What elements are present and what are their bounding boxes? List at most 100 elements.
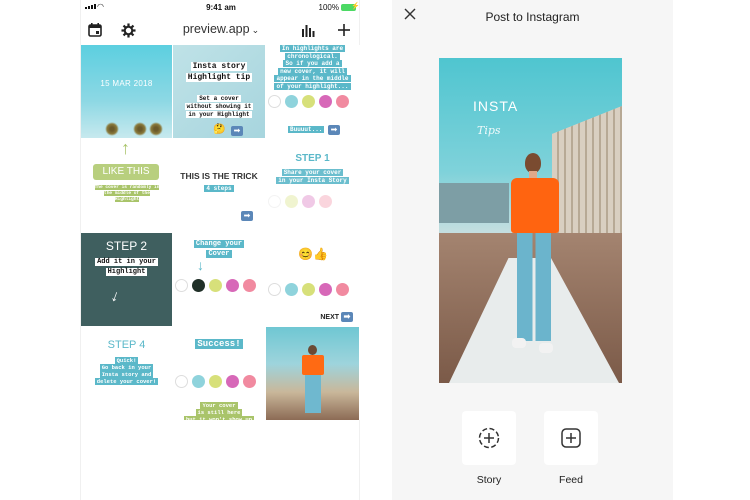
feed-add-icon (561, 428, 581, 448)
grid-post[interactable]: Success! Your cover is still here but it… (173, 327, 265, 420)
body-line: chronological. (285, 52, 340, 60)
body-line: So if you add a (283, 60, 342, 67)
screen-title: Post to Instagram (485, 10, 580, 24)
body-line: without showing it (184, 103, 254, 110)
body-line: Cover (206, 250, 232, 258)
arrow-down-icon: ↓ (197, 257, 204, 273)
person-image (302, 345, 324, 415)
post-title: Insta story Highlight tip (173, 61, 265, 83)
screenshot-stage: ◠ 9:41 am 100% ⚡ preview.app ⌄ 15 MAR 20… (0, 0, 750, 500)
battery-percent: 100% (318, 3, 339, 12)
body-line: Set a cover (197, 95, 241, 102)
smile-thumbs-emoji-icon: 😊👍 (298, 247, 328, 261)
highlight-tips-icon (285, 95, 298, 108)
grid-post[interactable]: Insta story Highlight tip Set a cover wi… (173, 45, 265, 138)
charging-icon: ⚡ (351, 3, 360, 10)
post-subtitle: 4 steps (204, 185, 234, 192)
arrow-right-icon: ➡ (341, 312, 353, 322)
body-line: Quick! (114, 357, 139, 364)
body-line: In highlights are (279, 45, 346, 52)
post-title: STEP 4 (107, 339, 146, 351)
palm-tree-image (105, 122, 119, 136)
highlight-circles (175, 279, 256, 292)
highlight-circles (268, 195, 332, 208)
arrow-right-icon: ➡ (241, 211, 253, 221)
grid-post-photo[interactable] (266, 327, 359, 420)
post-body: Share your cover in your Insta Story (266, 169, 359, 185)
body-line: Insta story and (99, 371, 154, 378)
status-bar: ◠ 9:41 am 100% ⚡ (81, 0, 361, 16)
next-label: NEXT ➡ (320, 312, 353, 322)
account-switcher[interactable]: preview.app ⌄ (81, 22, 361, 36)
post-body: Quick! Go back in your Insta story and d… (81, 357, 172, 385)
grid-post[interactable]: THIS IS THE TRICK 4 steps ➡ (173, 139, 265, 232)
grid-post[interactable]: ↑ LIKE THIS The cover is randomly in the… (81, 139, 172, 232)
body-line: delete your cover! (94, 378, 159, 385)
post-preview-image: INSTA Tips (439, 58, 622, 383)
body-line: appear in the middle (274, 75, 351, 82)
story-label: Story (476, 474, 502, 486)
post-body: In highlights are chronological. So if y… (266, 45, 359, 90)
body-line: of your highlight... (274, 82, 351, 90)
person-image (509, 153, 559, 363)
chevron-down-icon: ⌄ (251, 25, 260, 35)
post-body: Change your Cover (173, 239, 265, 259)
feed-button[interactable] (544, 411, 598, 465)
highlight-circles (175, 375, 256, 388)
thinking-emoji-icon: 🤔 (213, 124, 226, 135)
preview-subhead: Tips (477, 124, 501, 137)
highlight-inspiration-icon (319, 95, 332, 108)
grid-post[interactable]: STEP 4 Quick! Go back in your Insta stor… (81, 327, 172, 420)
highlight-new-icon (268, 95, 281, 108)
body-line: but it won't show up (183, 416, 254, 420)
post-date-text: 15 MAR 2018 (100, 79, 153, 88)
grid-post[interactable]: In highlights are chronological. So if y… (266, 45, 359, 138)
body-line: Share your cover (281, 169, 344, 176)
body-line: Change your (193, 240, 245, 248)
body-line: new cover, it will (278, 67, 347, 75)
body-line: in your Insta Story (276, 177, 349, 184)
story-button[interactable] (462, 411, 516, 465)
title-line: Highlight tip (185, 73, 253, 82)
post-grid: 15 MAR 2018 Insta story Highlight tip Se… (81, 45, 361, 420)
highlight-qa-icon (336, 95, 349, 108)
post-to-instagram-screen: Post to Instagram INSTA Tips Story Feed (392, 0, 673, 500)
preview-app-screen: ◠ 9:41 am 100% ⚡ preview.app ⌄ 15 MAR 20… (80, 0, 361, 500)
post-body: Your cover is still here but it won't sh… (173, 402, 265, 420)
highlight-news-icon (302, 95, 315, 108)
grid-post[interactable]: 😊👍 NEXT ➡ (266, 233, 359, 326)
body-line: Go back in your (99, 364, 154, 371)
post-body: Add it in your Highlight (81, 257, 172, 277)
title-line: Insta story (190, 62, 248, 71)
highlight-circles (268, 283, 349, 296)
background-building (439, 183, 509, 223)
body-line: Add it in your (95, 258, 158, 266)
preview-headline: INSTA (473, 98, 519, 114)
highlight-circles (268, 95, 349, 108)
arrow-right-icon: ➡ (231, 126, 243, 136)
post-button-text: Buuuut... (288, 126, 325, 133)
feed-label: Feed (559, 474, 583, 486)
stats-icon[interactable] (299, 21, 317, 39)
body-line: in your Highlight (186, 111, 252, 118)
grid-post[interactable]: STEP 2 Add it in your Highlight ↓ (81, 233, 172, 326)
post-title: LIKE THIS (93, 164, 159, 180)
post-title: THIS IS THE TRICK (180, 171, 258, 181)
body-line: Highlight (105, 268, 148, 276)
app-bar: preview.app ⌄ (81, 16, 361, 44)
post-title: STEP 2 (105, 239, 148, 253)
story-add-icon (478, 427, 500, 449)
arrow-up-icon: ↑ (121, 139, 130, 158)
post-title: Success! (195, 339, 243, 349)
arrow-down-icon: ↓ (108, 287, 122, 306)
grid-post[interactable]: 15 MAR 2018 (81, 45, 172, 138)
grid-post[interactable]: Change your Cover ↓ (173, 233, 265, 326)
building-image (552, 106, 622, 246)
post-body: The cover is randomly in the middle of t… (94, 185, 160, 202)
account-name: preview.app (182, 22, 250, 36)
grid-post[interactable]: STEP 1 Share your cover in your Insta St… (266, 139, 359, 232)
palm-tree-image (133, 122, 147, 136)
palm-tree-image (149, 122, 163, 136)
post-body: Set a cover without showing it in your H… (173, 95, 265, 119)
plus-icon[interactable] (335, 21, 353, 39)
